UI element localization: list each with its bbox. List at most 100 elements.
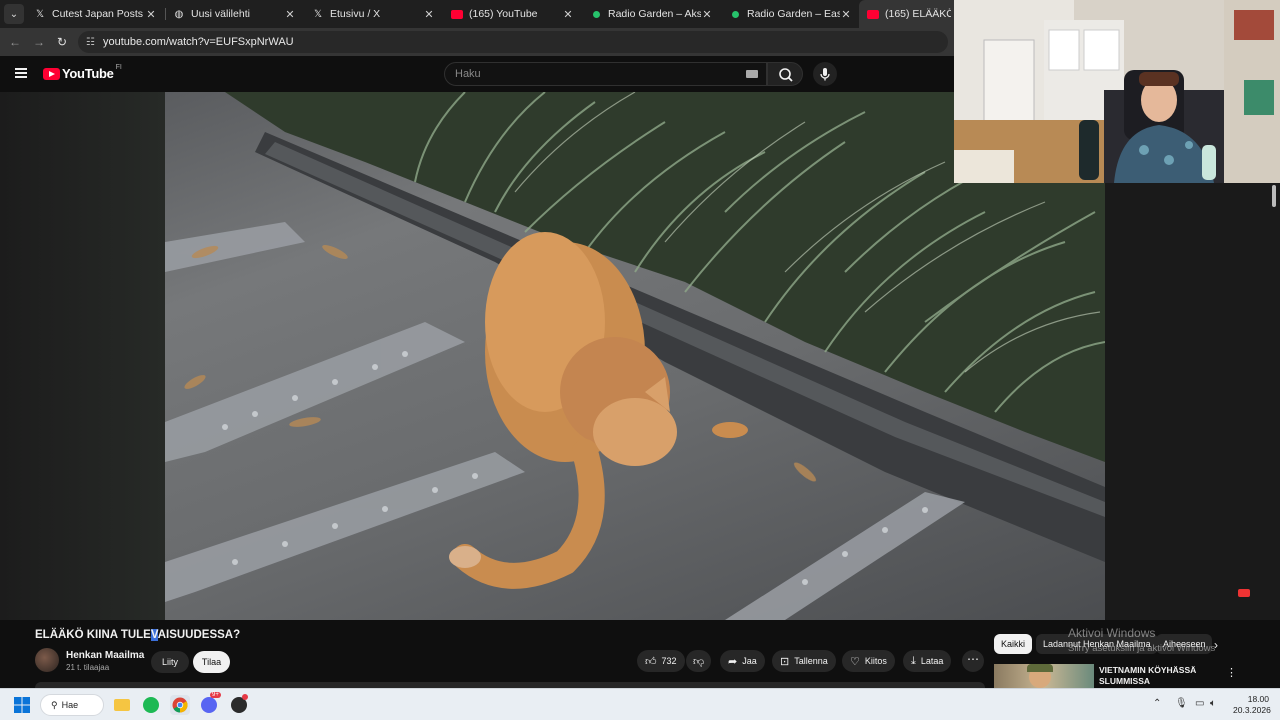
download-button[interactable]: ⤓ Lataa bbox=[903, 650, 952, 672]
tab-new-tab[interactable]: ◍ Uusi välilehti ✕ bbox=[165, 0, 304, 28]
thanks-label: Kiitos bbox=[864, 656, 887, 666]
radio-garden-icon bbox=[590, 8, 602, 20]
tab-title: Etusivu / X bbox=[330, 8, 381, 20]
tab-title: Radio Garden – Easter Isl bbox=[747, 8, 840, 20]
video-title-part: ELÄÄKÖ KIINA TULE bbox=[35, 629, 151, 641]
ambient-right-pane bbox=[1105, 183, 1280, 620]
download-label: Lataa bbox=[920, 656, 944, 666]
voice-search-button[interactable] bbox=[813, 62, 837, 86]
search-input[interactable]: Haku bbox=[444, 62, 767, 86]
youtube-icon bbox=[451, 8, 463, 20]
share-button[interactable]: ➦ Jaa bbox=[720, 650, 765, 672]
subscriber-count: 21 t. tilaajaa bbox=[66, 663, 110, 672]
close-icon[interactable]: ✕ bbox=[423, 8, 435, 21]
download-icon: ⤓ bbox=[911, 654, 916, 667]
video-title-part: AISUUDESSA? bbox=[157, 629, 241, 641]
recommended-more-icon[interactable]: ⋮ bbox=[1226, 666, 1237, 679]
taskbar-search-label: Hae bbox=[61, 700, 79, 710]
search-icon bbox=[779, 68, 793, 82]
save-button[interactable]: ⊡ Tallenna bbox=[772, 650, 836, 672]
close-icon[interactable]: ✕ bbox=[145, 8, 157, 21]
file-explorer-icon[interactable] bbox=[112, 695, 132, 715]
tab-title: Radio Garden – Aksaray bbox=[608, 8, 701, 20]
share-label: Jaa bbox=[742, 656, 757, 666]
like-button[interactable]: 👍︎ 732 bbox=[637, 650, 685, 672]
reload-icon[interactable]: ↻ bbox=[54, 34, 70, 50]
channel-name[interactable]: Henkan Maailma bbox=[66, 650, 144, 661]
windows-start-icon[interactable] bbox=[12, 695, 32, 715]
tab-youtube-home[interactable]: (165) YouTube ✕ bbox=[443, 0, 582, 28]
chrome-icon[interactable] bbox=[170, 695, 190, 715]
search-button[interactable] bbox=[767, 62, 803, 86]
tab-search-chevron-icon[interactable]: ⌄ bbox=[4, 4, 24, 24]
url-field[interactable]: ☷ youtube.com/watch?v=EUFSxpNrWAU bbox=[78, 31, 948, 53]
tab-radio-garden-easter[interactable]: Radio Garden – Easter Isl ✕ bbox=[721, 0, 860, 28]
windows-activation-subtext: Siirry asetuksiin ja aktivoi Windows bbox=[1068, 643, 1216, 654]
share-arrow-icon: ➦ bbox=[728, 655, 738, 668]
hamburger-menu-icon[interactable] bbox=[15, 68, 27, 78]
tab-title: (165) YouTube bbox=[469, 8, 538, 20]
youtube-logo[interactable]: YouTube FI bbox=[43, 64, 122, 81]
tray-network-icon[interactable]: ▭ bbox=[1195, 698, 1204, 709]
dislike-button[interactable]: 👎︎ bbox=[686, 650, 712, 672]
site-info-icon[interactable]: ☷ bbox=[86, 37, 95, 48]
like-count: 732 bbox=[661, 656, 677, 666]
text-cursor-highlight: V bbox=[150, 629, 158, 641]
tab-title: Cutest Japan Posts ☼ *ₒ bbox=[52, 8, 145, 20]
tab-youtube-active[interactable]: (165) ELÄÄKÖ KIINA bbox=[859, 0, 959, 28]
more-actions-button[interactable]: ⋯ bbox=[962, 650, 984, 672]
search-icon: ⚲ bbox=[51, 699, 58, 710]
video-title: ELÄÄKÖ KIINA TULEVAISUUDESSA? bbox=[35, 629, 240, 641]
tab-x-home[interactable]: 𝕏 Etusivu / X ✕ bbox=[304, 0, 443, 28]
page-scrollbar-thumb[interactable] bbox=[1272, 185, 1276, 207]
tray-chevron-up-icon[interactable]: ⌃ bbox=[1153, 698, 1161, 709]
thanks-button[interactable]: ♡ Kiitos bbox=[842, 650, 895, 672]
close-icon[interactable]: ✕ bbox=[840, 8, 852, 21]
close-icon[interactable]: ✕ bbox=[562, 8, 574, 21]
subscribe-button[interactable]: Tilaa bbox=[193, 651, 230, 673]
tray-volume-icon[interactable]: 🔈︎ bbox=[1210, 698, 1216, 709]
tray-microphone-icon[interactable]: 🎙︎ bbox=[1175, 698, 1188, 709]
x-logo-icon: 𝕏 bbox=[313, 8, 323, 20]
thumbs-up-icon: 👍︎ bbox=[645, 655, 657, 668]
channel-avatar[interactable] bbox=[35, 648, 59, 672]
chip-all[interactable]: Kaikki bbox=[994, 634, 1033, 654]
close-icon[interactable]: ✕ bbox=[701, 8, 713, 21]
tab-title: (165) ELÄÄKÖ KIINA bbox=[885, 8, 951, 20]
country-code: FI bbox=[115, 64, 122, 71]
radio-garden-icon bbox=[729, 8, 741, 20]
webcam-room-image bbox=[954, 0, 1280, 183]
url-text: youtube.com/watch?v=EUFSxpNrWAU bbox=[102, 36, 294, 48]
bookmark-icon: ⊡ bbox=[780, 655, 790, 668]
tab-radio-garden-aksaray[interactable]: Radio Garden – Aksaray ✕ bbox=[582, 0, 721, 28]
forward-arrow-icon[interactable]: → bbox=[31, 34, 47, 50]
obs-icon[interactable] bbox=[229, 694, 249, 715]
recommended-video-title[interactable]: VIETNAMIN KÖYHÄSSÄ SLUMMISSA bbox=[1099, 665, 1209, 687]
close-icon[interactable]: ✕ bbox=[284, 8, 296, 21]
taskbar-clock[interactable]: 18.00 20.3.2026 bbox=[1233, 694, 1271, 716]
windows-activation-watermark: Aktivoi Windows bbox=[1068, 626, 1156, 640]
live-indicator-icon bbox=[1238, 589, 1250, 597]
clock-date: 20.3.2026 bbox=[1233, 705, 1271, 715]
spotify-icon[interactable] bbox=[141, 695, 161, 715]
windows-logo-icon bbox=[14, 697, 30, 713]
clock-time: 18.00 bbox=[1247, 694, 1269, 704]
recommended-video-thumbnail[interactable] bbox=[994, 664, 1094, 688]
search-placeholder: Haku bbox=[455, 68, 481, 80]
chrome-icon: ◍ bbox=[174, 8, 184, 20]
join-button[interactable]: Liity bbox=[151, 651, 189, 673]
youtube-play-icon bbox=[43, 67, 60, 80]
keyboard-icon[interactable] bbox=[746, 70, 758, 78]
youtube-wordmark: YouTube bbox=[62, 66, 114, 81]
microphone-icon bbox=[820, 68, 830, 81]
tab-cutest-japan[interactable]: 𝕏 Cutest Japan Posts ☼ *ₒ ✕ bbox=[26, 0, 165, 28]
chrome-logo-icon bbox=[172, 697, 188, 713]
x-logo-icon: 𝕏 bbox=[35, 8, 45, 20]
tab-title: Uusi välilehti bbox=[191, 8, 250, 20]
taskbar-search[interactable]: ⚲ Hae bbox=[40, 694, 104, 716]
webcam-overlay bbox=[954, 0, 1280, 183]
discord-notification-badge: 9+ bbox=[210, 692, 221, 698]
discord-icon[interactable]: 9+ bbox=[199, 692, 221, 715]
windows-taskbar: ⚲ Hae 9+ ⌃ 🎙︎ ▭ 🔈︎ 18.00 20.3.2026 bbox=[0, 688, 1280, 720]
back-arrow-icon[interactable]: ← bbox=[7, 34, 23, 50]
